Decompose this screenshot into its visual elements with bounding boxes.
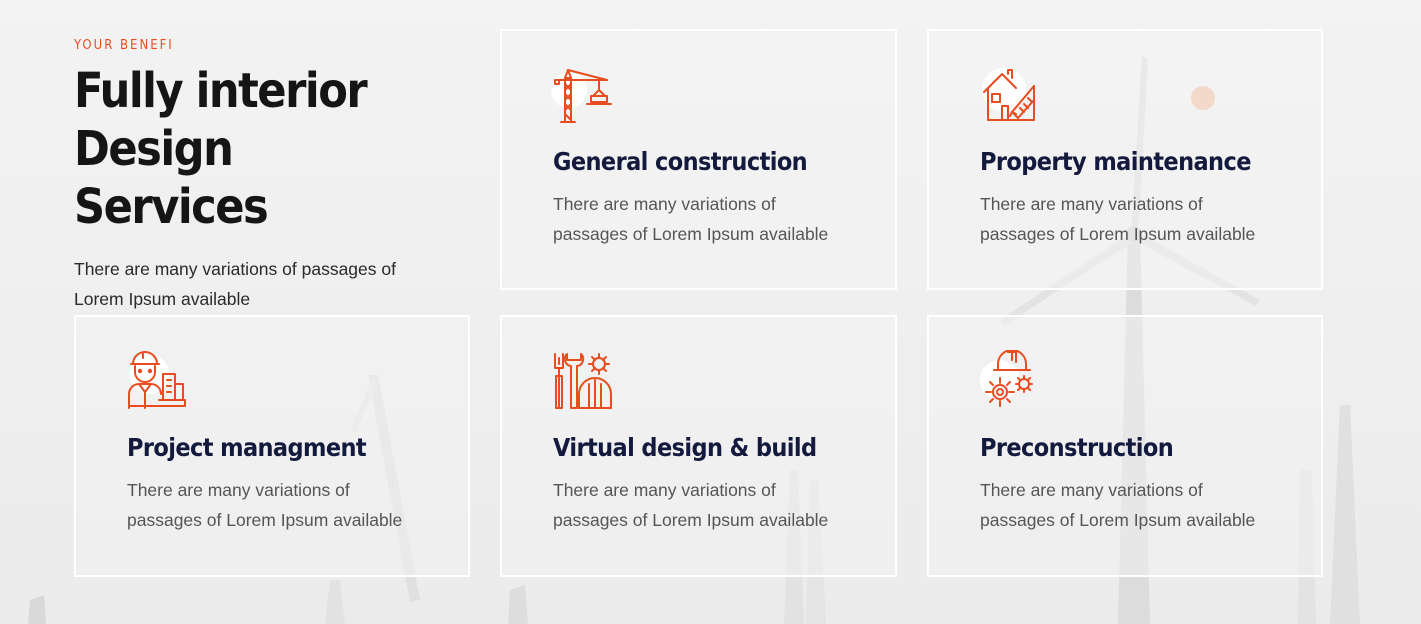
service-title: Preconstruction [980, 433, 1174, 462]
service-title: Virtual design & build [553, 433, 817, 462]
service-description: There are many variations of passages of… [553, 194, 829, 244]
service-card-general-construction[interactable]: General construction There are many vari… [500, 29, 897, 290]
service-card-preconstruction[interactable]: Preconstruction There are many variation… [927, 315, 1323, 577]
service-title: Project managment [127, 433, 367, 462]
tools-helmet-icon [551, 350, 613, 412]
section-title-line-1: Fully interior [74, 63, 368, 119]
service-description: There are many variations of passages of… [127, 480, 403, 530]
section-title: Fully interior Design Services [74, 62, 434, 236]
service-card-virtual-design-build[interactable]: Virtual design & build There are many va… [500, 315, 897, 577]
service-description: There are many variations of passages of… [553, 480, 829, 530]
engineer-icon [125, 350, 187, 412]
house-blueprint-icon [978, 64, 1040, 126]
service-card-property-maintenance[interactable]: Property maintenance There are many vari… [927, 29, 1323, 290]
section-title-line-2: Design Services [74, 121, 269, 235]
section-eyebrow: YOUR BENEFI [74, 38, 174, 53]
service-card-project-managment[interactable]: Project managment There are many variati… [74, 315, 470, 577]
crane-icon [551, 64, 613, 126]
service-title: Property maintenance [980, 147, 1251, 176]
intro-section: YOUR BENEFI Fully interior Design Servic… [74, 38, 434, 314]
section-description: There are many variations of passages of… [74, 259, 396, 309]
helmet-gears-icon [978, 350, 1040, 412]
service-title: General construction [553, 147, 808, 176]
service-description: There are many variations of passages of… [980, 480, 1256, 530]
service-description: There are many variations of passages of… [980, 194, 1256, 244]
